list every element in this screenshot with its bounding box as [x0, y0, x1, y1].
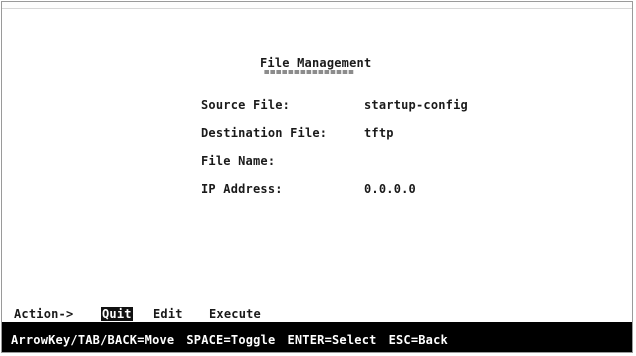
- quit-action[interactable]: Quit: [101, 307, 133, 321]
- back-hint: ESC=Back: [388, 333, 448, 347]
- separator-bar: [2, 322, 632, 331]
- window-top-edge: [2, 2, 632, 9]
- destination-file-label: Destination File:: [201, 126, 328, 140]
- execute-action[interactable]: Execute: [208, 307, 262, 321]
- action-label: Action->: [14, 307, 74, 321]
- ip-address-label: IP Address:: [201, 182, 283, 196]
- select-hint: ENTER=Select: [287, 333, 377, 347]
- edit-action[interactable]: Edit: [152, 307, 184, 321]
- ip-address-field[interactable]: 0.0.0.0: [364, 182, 416, 196]
- terminal-window: File Management =============== Source F…: [1, 1, 633, 353]
- source-file-label: Source File:: [201, 98, 291, 112]
- move-hint: ArrowKey/TAB/BACK=Move: [11, 333, 175, 347]
- destination-file-field[interactable]: tftp: [364, 126, 394, 140]
- status-hints: ArrowKey/TAB/BACK=Move SPACE=Toggle ENTER=…: [11, 333, 460, 347]
- toggle-hint: SPACE=Toggle: [186, 333, 276, 347]
- title-underline: ===============: [264, 68, 355, 78]
- file-name-label: File Name:: [201, 154, 276, 168]
- source-file-field[interactable]: startup-config: [364, 98, 468, 112]
